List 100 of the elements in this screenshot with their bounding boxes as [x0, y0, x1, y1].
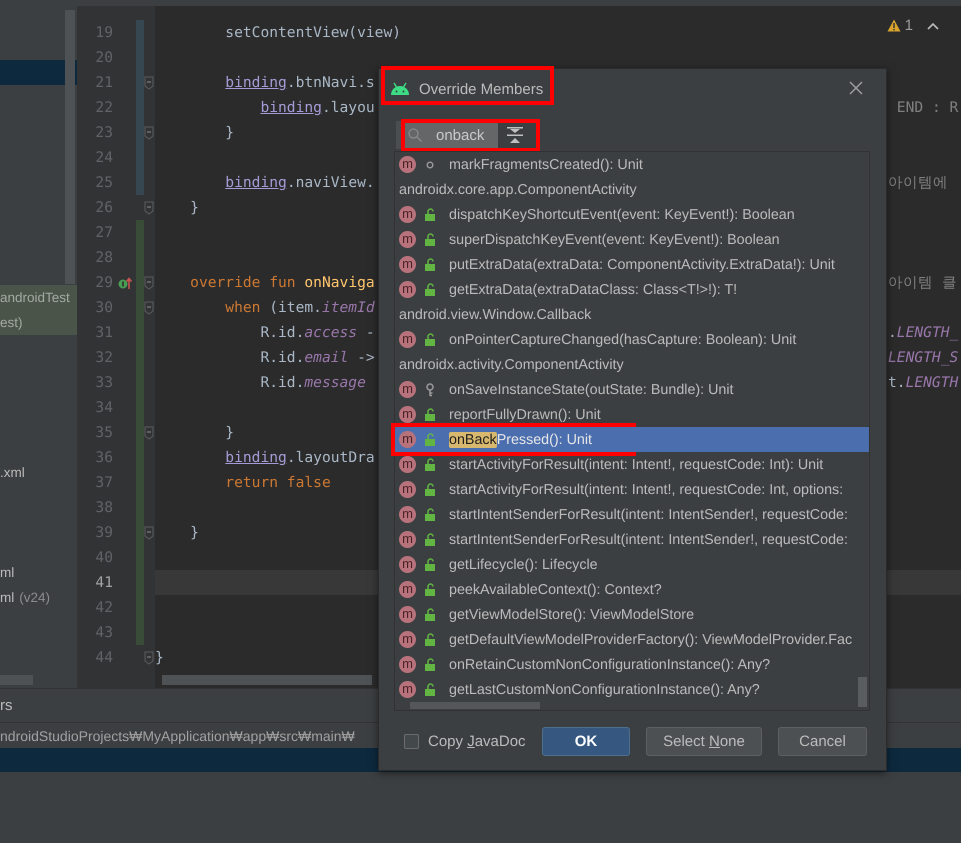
dialog-button[interactable]: Select None	[646, 726, 762, 756]
method-signature: onSaveInstanceState(outState: Bundle): Unit	[449, 382, 734, 398]
code-line: END : R	[896, 99, 958, 116]
method-icon: m	[399, 656, 416, 673]
code-line: }	[224, 424, 234, 441]
tool-window-tab[interactable]: rs	[0, 697, 12, 714]
code-line: R.id.access -	[259, 324, 375, 341]
dot-icon	[426, 160, 434, 168]
tree-item-label[interactable]: androidTest	[0, 290, 70, 305]
method-icon: m	[399, 556, 416, 573]
fold-icon	[144, 200, 154, 214]
expand-collapse-icon[interactable]	[505, 126, 525, 144]
method-signature: reportFullyDrawn(): Unit	[449, 406, 601, 422]
unlocked-icon	[424, 533, 436, 546]
unlocked-icon	[424, 208, 436, 221]
warning-count[interactable]: 1	[904, 17, 913, 34]
unlocked-icon	[424, 558, 436, 571]
unlocked-icon	[424, 333, 436, 346]
method-icon: m	[399, 156, 416, 173]
method-icon: m	[399, 206, 416, 223]
method-signature: onBackPressed(): Unit	[449, 432, 592, 448]
dialog-title: Override Members	[419, 80, 544, 98]
scrollbar[interactable]	[410, 702, 540, 709]
unlocked-icon	[424, 458, 436, 471]
warning-icon[interactable]	[886, 19, 901, 32]
list-item[interactable]: m onBackPressed(): Unit	[395, 427, 869, 452]
group-header: androidx.activity.ComponentActivity	[398, 356, 624, 372]
tree-row[interactable]: androidTest	[0, 285, 77, 310]
unlocked-icon	[424, 658, 436, 671]
caret-up-icon[interactable]	[927, 22, 939, 30]
method-signature: dispatchKeyShortcutEvent(event: KeyEvent!): Boolean	[449, 206, 795, 222]
code-line: when (item.itemId	[224, 299, 375, 316]
code-line: LENGTH_S	[888, 349, 958, 366]
line-number: 41	[94, 573, 113, 593]
code-line: R.id.message	[259, 374, 366, 391]
group-header: androidx.core.app.ComponentActivity	[398, 182, 637, 198]
robot-icon	[389, 82, 411, 96]
method-icon: m	[399, 431, 416, 448]
code-line: binding.layou	[259, 99, 375, 116]
method-signature: getDefaultViewModelProviderFactory(): ViewModelProvider.Fac	[449, 632, 852, 648]
unlocked-icon	[424, 433, 436, 446]
method-signature: getLifecycle(): Lifecycle	[449, 556, 598, 572]
tree-item-suffix: (v24)	[19, 590, 50, 605]
code-line: R.id.email ->	[259, 349, 375, 366]
code-line: binding.naviView.	[224, 174, 375, 191]
method-icon: m	[399, 606, 416, 623]
unlocked-icon	[424, 683, 436, 696]
method-signature: peekAvailableContext(): Context?	[449, 582, 662, 598]
unlocked-icon	[424, 233, 436, 246]
checkbox[interactable]	[404, 734, 419, 748]
method-signature: onRetainCustomNonConfigurationInstance(): Any?	[449, 656, 770, 672]
method-signature: startActivityForResult(intent: Intent!, requestCode: Int): Unit	[449, 456, 824, 472]
fold-icon	[144, 126, 154, 140]
scrollbar[interactable]	[65, 10, 75, 284]
method-signature: markFragmentsCreated(): Unit	[449, 156, 643, 172]
method-icon: m	[399, 281, 416, 298]
method-icon: m	[399, 456, 416, 473]
method-icon: m	[399, 231, 416, 248]
close-icon[interactable]	[849, 81, 863, 95]
tree-item-label[interactable]: ml	[0, 590, 14, 605]
checkbox-label[interactable]: Copy JavaDoc	[428, 732, 526, 750]
search-icon	[408, 128, 422, 142]
group-header: android.view.Window.Callback	[398, 306, 592, 322]
dialog-button[interactable]: Cancel	[778, 726, 867, 756]
tree-item-label[interactable]: .xml	[0, 465, 25, 480]
unlocked-icon	[424, 483, 436, 496]
method-signature: startActivityForResult(intent: Intent!, requestCode: Int, options:	[449, 482, 844, 498]
dialog-button[interactable]: OK	[542, 726, 630, 756]
unlocked-icon	[424, 408, 436, 421]
method-icon: m	[399, 481, 416, 498]
method-signature: superDispatchKeyEvent(event: KeyEvent!): Boolean	[449, 232, 780, 248]
scrollbar[interactable]	[162, 675, 372, 685]
method-signature: startIntentSenderForResult(intent: IntentSender!, requestCode:	[449, 532, 848, 548]
file-path: ndroidStudioProjects₩MyApplication₩app₩src₩main₩	[0, 728, 355, 744]
method-signature: getExtraData(extraDataClass: Class<T!>!): T!	[449, 282, 738, 298]
method-signature: getViewModelStore(): ViewModelStore	[449, 606, 694, 622]
code-line: binding.btnNavi.s	[224, 74, 375, 91]
code-line: }	[155, 649, 164, 666]
method-signature: putExtraData(extraData: ComponentActivity.ExtraData!): Unit	[449, 256, 835, 272]
method-icon: m	[399, 381, 416, 398]
tree-item-label[interactable]: ml	[0, 565, 14, 580]
unlocked-icon	[424, 258, 436, 271]
code-line: setContentView(view)	[224, 24, 402, 41]
method-icon: m	[399, 331, 416, 348]
unlocked-icon	[424, 583, 436, 596]
fold-icon	[144, 276, 154, 290]
method-icon: m	[399, 531, 416, 548]
code-line: t.LENGTH	[888, 374, 958, 391]
fold-icon	[144, 300, 154, 314]
tree-item-label[interactable]: est)	[0, 315, 23, 330]
method-signature: startIntentSenderForResult(intent: IntentSender!, requestCode:	[449, 506, 848, 522]
method-icon: m	[399, 256, 416, 273]
code-line: 아이템 클	[888, 274, 957, 291]
scrollbar[interactable]	[858, 677, 867, 707]
method-icon: m	[399, 631, 416, 648]
fold-icon	[144, 76, 154, 90]
fold-icon	[144, 650, 154, 664]
tree-row[interactable]: est)	[0, 310, 77, 335]
method-icon: m	[399, 506, 416, 523]
code-line: override fun onNaviga	[189, 274, 375, 291]
